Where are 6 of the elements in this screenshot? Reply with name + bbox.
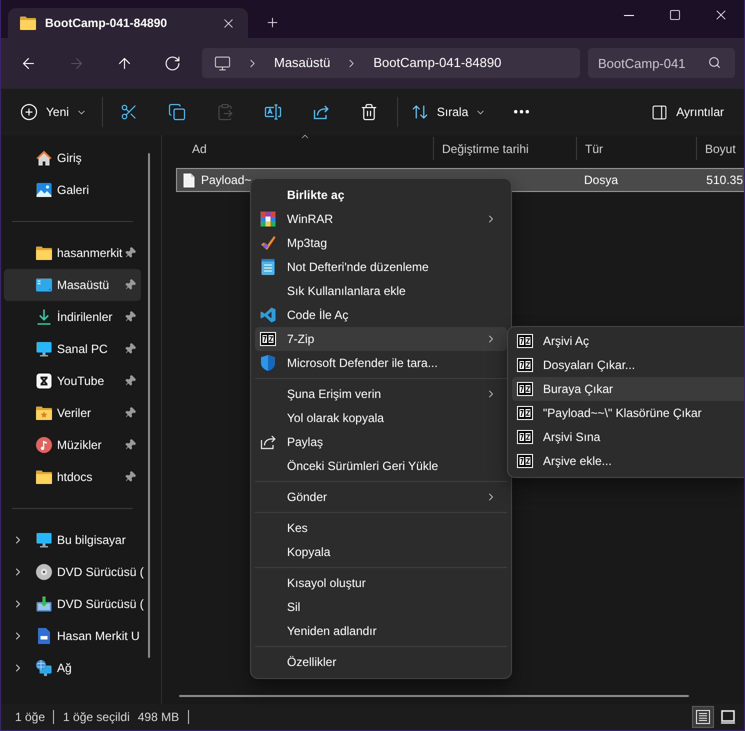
- file-name: Payload~: [201, 172, 252, 189]
- file-type: Dosya: [584, 173, 618, 187]
- file-size: 510.35: [706, 172, 743, 189]
- selection-size: 498 MB: [138, 709, 180, 726]
- selection-count: 1 öğe seçildi: [63, 709, 130, 726]
- item-count: 1 öğe: [15, 709, 46, 726]
